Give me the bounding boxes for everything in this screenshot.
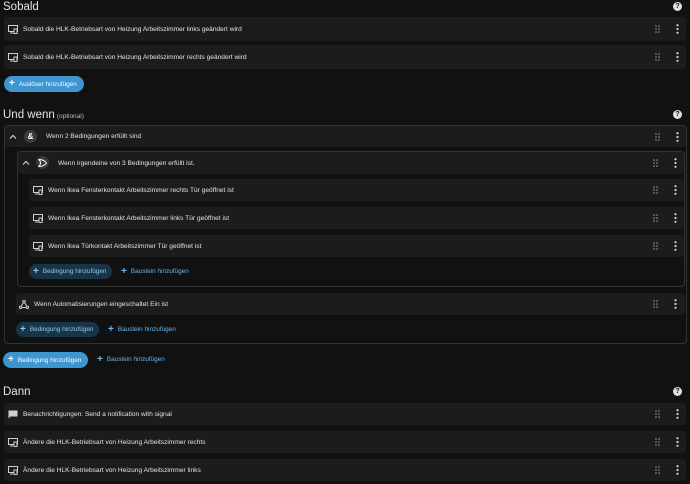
condition-row[interactable]: Wenn Ikea Türkontakt Arbeitszimmer Tür g…	[29, 235, 684, 257]
condition-label: Wenn Ikea Fensterkontakt Arbeitszimmer l…	[48, 214, 230, 222]
condition-row[interactable]: Wenn Automatisierungen eingeschaltet Ein…	[16, 293, 685, 315]
more-menu-icon[interactable]	[674, 158, 677, 168]
and-condition-row[interactable]: & Wenn 2 Bedingungen erfüllt sind	[5, 126, 686, 147]
help-icon[interactable]: ?	[673, 110, 682, 119]
add-trigger-button[interactable]: + Auslöser hinzufügen	[4, 76, 84, 92]
more-menu-icon[interactable]	[676, 437, 679, 447]
condition-row[interactable]: Wenn Ikea Fensterkontakt Arbeitszimmer r…	[29, 179, 684, 201]
condition-row[interactable]: Wenn Ikea Fensterkontakt Arbeitszimmer l…	[29, 207, 684, 229]
help-icon[interactable]: ?	[673, 387, 682, 396]
more-menu-icon[interactable]	[676, 132, 679, 142]
action-row[interactable]: Benachrichtigungen: Send a notification …	[4, 403, 686, 425]
trigger-row[interactable]: Sobald die HLK-Betriebsart von Heizung A…	[4, 45, 686, 69]
plus-icon: +	[33, 265, 39, 277]
more-menu-icon[interactable]	[674, 241, 677, 251]
plus-icon: +	[121, 265, 127, 277]
drag-handle-icon[interactable]	[653, 214, 659, 222]
drag-handle-icon[interactable]	[655, 133, 661, 141]
device-icon	[7, 464, 19, 476]
chevron-up-icon[interactable]	[9, 133, 17, 141]
trigger-label: Sobald die HLK-Betriebsart von Heizung A…	[23, 25, 242, 33]
add-condition-button[interactable]: + Bedingung hinzufügen	[3, 352, 89, 368]
section-title-dann: Dann	[3, 386, 31, 398]
and-condition-label: Wenn 2 Bedingungen erfüllt sind	[46, 133, 142, 140]
drag-handle-icon[interactable]	[655, 466, 661, 474]
plus-icon: +	[20, 323, 26, 335]
help-icon[interactable]: ?	[673, 2, 682, 11]
more-menu-icon[interactable]	[676, 465, 679, 475]
more-menu-icon[interactable]	[674, 185, 677, 195]
device-icon	[7, 436, 19, 448]
plus-icon: +	[97, 353, 103, 365]
plus-icon: +	[9, 78, 15, 89]
action-label: Benachrichtigungen: Send a notification …	[23, 410, 172, 418]
or-condition-label: Wenn irgendeine von 3 Bedingungen erfüll…	[58, 159, 195, 167]
device-icon	[32, 240, 44, 252]
more-menu-icon[interactable]	[676, 409, 679, 419]
more-menu-icon[interactable]	[674, 213, 677, 223]
add-block-button[interactable]: + Baustein hinzufügen	[117, 264, 193, 279]
drag-handle-icon[interactable]	[653, 186, 659, 194]
ampersand-icon: &	[24, 130, 37, 143]
drag-handle-icon[interactable]	[655, 410, 661, 418]
drag-handle-icon[interactable]	[653, 159, 659, 167]
add-block-button[interactable]: + Baustein hinzufügen	[104, 322, 180, 337]
chevron-up-icon[interactable]	[22, 159, 30, 167]
message-icon	[7, 408, 19, 420]
condition-label: Wenn Ikea Türkontakt Arbeitszimmer Tür g…	[48, 242, 202, 250]
device-icon	[7, 23, 19, 35]
add-block-button[interactable]: + Baustein hinzufügen	[93, 352, 169, 367]
condition-label: Wenn Automatisierungen eingeschaltet Ein…	[34, 300, 169, 308]
more-menu-icon[interactable]	[676, 24, 679, 34]
action-label: Ändere die HLK-Betriebsart von Heizung A…	[23, 438, 206, 446]
drag-handle-icon[interactable]	[653, 242, 659, 250]
nodes-icon	[18, 298, 30, 310]
drag-handle-icon[interactable]	[655, 25, 661, 33]
add-condition-button[interactable]: + Bedingung hinzufügen	[29, 264, 113, 279]
section-title-und-wenn: Und wenn (optional)	[3, 109, 84, 121]
action-row[interactable]: Ändere die HLK-Betriebsart von Heizung A…	[4, 431, 686, 453]
or-gate-icon	[36, 156, 49, 169]
more-menu-icon[interactable]	[676, 52, 679, 62]
add-condition-button[interactable]: + Bedingung hinzufügen	[16, 322, 100, 337]
plus-icon: +	[108, 323, 114, 335]
drag-handle-icon[interactable]	[653, 300, 659, 308]
trigger-row[interactable]: Sobald die HLK-Betriebsart von Heizung A…	[4, 17, 686, 41]
plus-icon: +	[8, 354, 14, 365]
section-title-sobald: Sobald	[3, 1, 39, 13]
trigger-label: Sobald die HLK-Betriebsart von Heizung A…	[23, 53, 247, 61]
device-icon	[32, 184, 44, 196]
action-label: Ändere die HLK-Betriebsart von Heizung A…	[23, 466, 201, 474]
action-row[interactable]: Ändere die HLK-Betriebsart von Heizung A…	[4, 459, 686, 481]
or-condition-row[interactable]: Wenn irgendeine von 3 Bedingungen erfüll…	[18, 152, 684, 174]
device-icon	[7, 51, 19, 63]
condition-label: Wenn Ikea Fensterkontakt Arbeitszimmer r…	[48, 186, 234, 194]
drag-handle-icon[interactable]	[655, 438, 661, 446]
device-icon	[32, 212, 44, 224]
drag-handle-icon[interactable]	[655, 53, 661, 61]
more-menu-icon[interactable]	[674, 299, 677, 309]
